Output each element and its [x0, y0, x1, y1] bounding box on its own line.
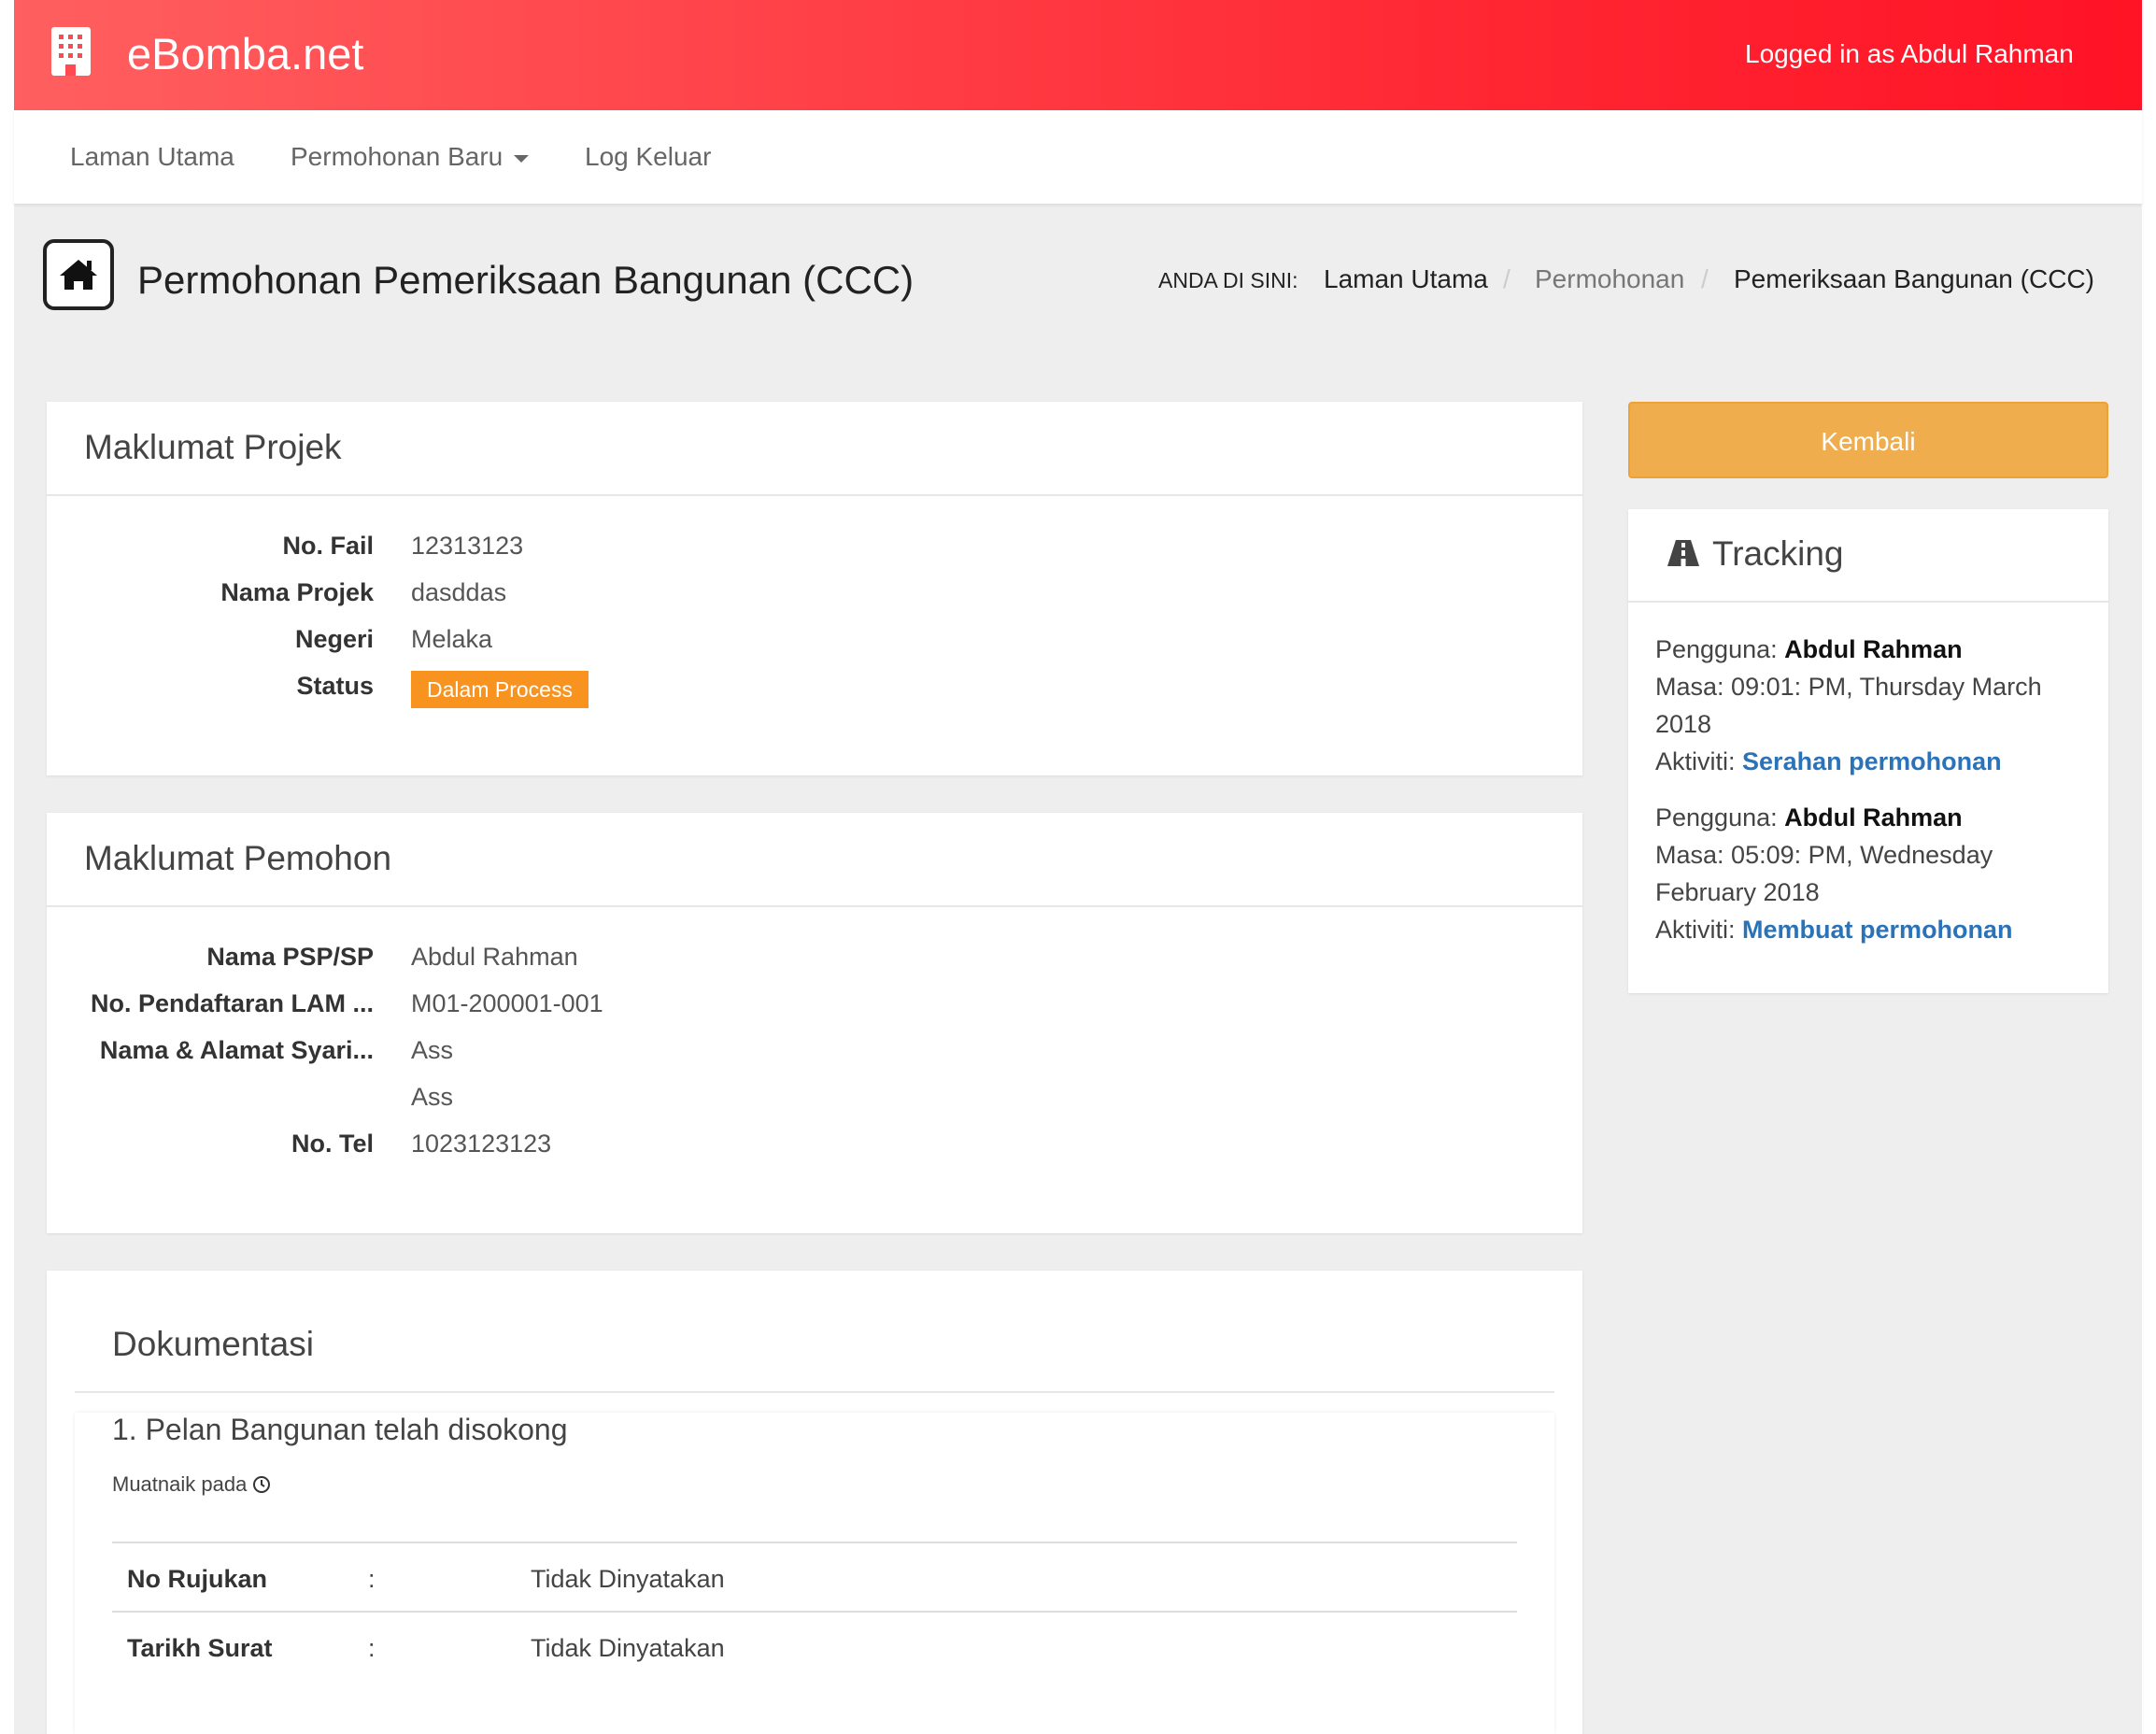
label-masa: Masa:	[1655, 673, 1724, 701]
label-aktiviti: Aktiviti:	[1655, 916, 1736, 944]
tracking-entry-user: Pengguna: Abdul Rahman	[1655, 631, 1963, 668]
nav-permohonan-baru-label: Permohonan Baru	[291, 142, 504, 171]
row-no-rujukan-sep: :	[368, 1565, 376, 1593]
kembali-button[interactable]: Kembali	[1628, 402, 2108, 478]
tracking-user-name: Abdul Rahman	[1784, 803, 1963, 831]
row-tarikh-surat-sep: :	[368, 1634, 376, 1662]
tracking-entry-activity: Aktiviti: Membuat permohonan	[1655, 911, 2013, 948]
tracking-user-name: Abdul Rahman	[1784, 635, 1963, 663]
tracking-time-cont: 2018	[1655, 710, 1712, 738]
breadcrumb-label: ANDA DI SINI:	[1158, 268, 1298, 292]
row-no-rujukan-label: No Rujukan	[127, 1565, 268, 1593]
breadcrumb-separator: /	[1503, 264, 1511, 293]
value-no-fail: 12313123	[411, 532, 524, 560]
status-badge: Dalam Process	[411, 671, 589, 708]
label-no-pendaftaran: No. Pendaftaran LAM ...	[90, 989, 374, 1017]
panel-title-projek: Maklumat Projek	[84, 428, 342, 466]
upload-info: Muatnaik pada	[112, 1471, 271, 1499]
document-card	[75, 1413, 1554, 1734]
row-tarikh-surat-value: Tidak Dinyatakan	[531, 1634, 725, 1662]
label-negeri: Negeri	[294, 625, 374, 653]
page-title: Permohonan Pemeriksaan Bangunan (CCC)	[137, 258, 915, 302]
breadcrumb-separator: /	[1701, 264, 1709, 293]
label-pengguna: Pengguna:	[1655, 803, 1778, 831]
value-nama-alamat: Ass	[411, 1036, 454, 1064]
tracking-title: Tracking	[1712, 534, 1844, 573]
nav-laman-utama[interactable]: Laman Utama	[70, 138, 234, 176]
upload-label: Muatnaik pada	[112, 1472, 248, 1496]
caret-down-icon	[514, 154, 530, 163]
document-title: 1. Pelan Bangunan telah disokong	[112, 1413, 568, 1446]
tracking-activity-link[interactable]: Membuat permohonan	[1742, 916, 2013, 944]
row-tarikh-surat-label: Tarikh Surat	[127, 1634, 273, 1662]
divider	[47, 494, 1582, 496]
divider	[47, 905, 1582, 907]
label-pengguna: Pengguna:	[1655, 635, 1778, 663]
label-nama-projek: Nama Projek	[220, 578, 374, 606]
tracking-entry-time: Masa: 09:01: PM, Thursday March	[1655, 668, 2042, 705]
panel-title-pemohon: Maklumat Pemohon	[84, 839, 392, 877]
label-aktiviti: Aktiviti:	[1655, 747, 1736, 775]
label-status: Status	[296, 672, 374, 700]
label-no-tel: No. Tel	[291, 1130, 374, 1158]
clock-icon	[253, 1476, 271, 1493]
tracking-entry-user: Pengguna: Abdul Rahman	[1655, 799, 1963, 836]
table-divider	[112, 1611, 1517, 1613]
panel-title-dokumentasi: Dokumentasi	[112, 1325, 314, 1363]
tracking-time: 09:01: PM, Thursday March	[1731, 673, 2042, 701]
road-icon	[1666, 538, 1701, 573]
divider	[75, 1391, 1554, 1393]
value-alamat-line2: Ass	[411, 1083, 454, 1111]
breadcrumb-current: Pemeriksaan Bangunan (CCC)	[1734, 264, 2094, 293]
tracking-time: 05:09: PM, Wednesday	[1731, 841, 1993, 869]
building-icon[interactable]	[51, 27, 91, 76]
value-negeri: Melaka	[411, 625, 493, 653]
tracking-activity-link[interactable]: Serahan permohonan	[1742, 747, 2002, 775]
nav-permohonan-baru[interactable]: Permohonan Baru	[291, 138, 530, 176]
brand-name[interactable]: eBomba.net	[127, 25, 363, 83]
value-no-tel: 1023123123	[411, 1130, 552, 1158]
tracking-entry-time: Masa: 05:09: PM, Wednesday	[1655, 836, 1993, 874]
home-icon	[43, 239, 114, 310]
value-no-pendaftaran: M01-200001-001	[411, 989, 603, 1017]
tracking-time-cont: February 2018	[1655, 878, 1820, 906]
table-divider	[112, 1542, 1517, 1543]
value-nama-projek: dasddas	[411, 578, 507, 606]
breadcrumb-home[interactable]: Laman Utama	[1324, 261, 1488, 298]
breadcrumb-permohonan[interactable]: Permohonan	[1535, 261, 1684, 298]
nav-log-keluar[interactable]: Log Keluar	[585, 138, 711, 176]
logged-in-user: Logged in as Abdul Rahman	[1745, 39, 2074, 68]
tracking-entry-activity: Aktiviti: Serahan permohonan	[1655, 743, 2002, 780]
label-masa: Masa:	[1655, 841, 1724, 869]
divider	[1628, 601, 2108, 603]
label-nama-psp: Nama PSP/SP	[206, 943, 374, 971]
value-nama-psp: Abdul Rahman	[411, 943, 578, 971]
row-no-rujukan-value: Tidak Dinyatakan	[531, 1565, 725, 1593]
label-nama-alamat: Nama & Alamat Syari...	[99, 1036, 374, 1064]
label-no-fail: No. Fail	[282, 532, 374, 560]
